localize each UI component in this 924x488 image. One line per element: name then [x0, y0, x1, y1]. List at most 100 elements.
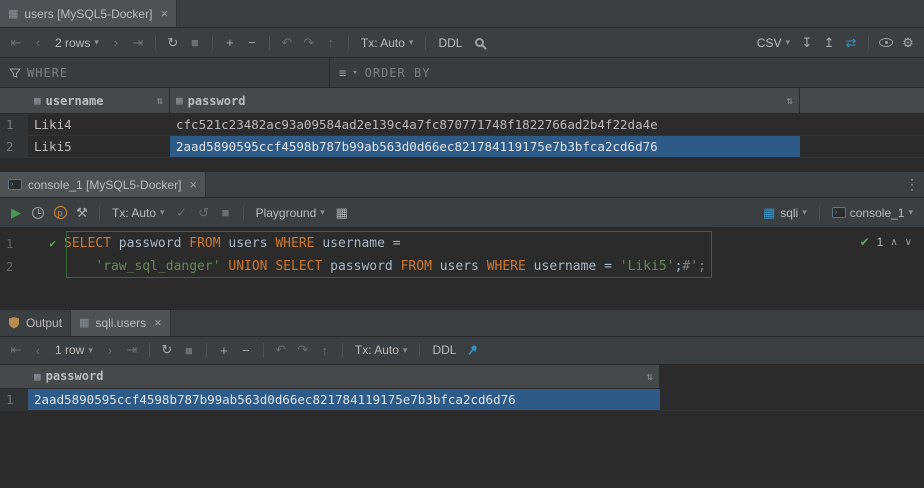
column-header-password[interactable]: ▦ password ⇅ — [170, 88, 800, 113]
last-row-icon[interactable]: ⇥ — [128, 33, 148, 53]
table-row[interactable]: 2 Liki5 2aad5890595ccf4598b787b99ab563d0… — [0, 136, 924, 158]
table-row[interactable]: 1 Liki4 cfc521c23482ac93a09584ad2e139c4a… — [0, 114, 924, 136]
editor-gutter: 1 ✔ — [0, 237, 64, 251]
cell-username[interactable]: Liki4 — [28, 114, 170, 135]
delete-row-icon[interactable]: − — [242, 33, 262, 53]
close-icon[interactable]: × — [189, 177, 197, 192]
close-icon[interactable]: × — [160, 6, 168, 21]
sql-code-line[interactable]: SELECT password FROM users WHERE usernam… — [64, 236, 401, 251]
previous-page-icon[interactable]: ‹ — [28, 33, 48, 53]
delete-row-icon[interactable]: − — [236, 340, 256, 360]
first-row-icon[interactable]: ⇤ — [6, 340, 26, 360]
sort-icon[interactable]: ⇅ — [156, 94, 163, 107]
database-icon: ▦ — [762, 206, 776, 220]
previous-result-icon[interactable]: ∧ — [890, 237, 897, 248]
add-row-icon[interactable]: + — [214, 340, 234, 360]
sql-token: 'raw_sql_danger' — [95, 259, 220, 274]
tx-mode-dropdown[interactable]: Tx: Auto ▾ — [107, 203, 170, 223]
submit-icon[interactable]: ↑ — [321, 33, 341, 53]
redo-icon[interactable]: ↷ — [293, 340, 313, 360]
cell-username[interactable]: Liki5 — [28, 136, 170, 157]
tab-result-grid[interactable]: ▦ sqli.users × — [71, 310, 171, 336]
next-page-icon[interactable]: › — [106, 33, 126, 53]
sort-icon[interactable]: ⇅ — [646, 370, 653, 383]
tab-console[interactable]: › console_1 [MySQL5-Docker] × — [0, 172, 206, 197]
separator — [342, 343, 343, 357]
pin-glyph — [467, 344, 479, 356]
next-page-icon[interactable]: › — [100, 340, 120, 360]
reload-icon[interactable]: ↻ — [163, 33, 183, 53]
editor-line[interactable]: 1 ✔ SELECT password FROM users WHERE use… — [0, 232, 924, 255]
result-count: 1 — [877, 235, 884, 249]
separator — [155, 36, 156, 50]
last-row-icon[interactable]: ⇥ — [122, 340, 142, 360]
chevron-down-icon: ▾ — [160, 207, 165, 218]
rollback-icon[interactable]: ↺ — [194, 203, 214, 223]
next-result-icon[interactable]: ∨ — [905, 237, 912, 248]
settings-gear-icon[interactable]: ⚙ — [898, 33, 918, 53]
page-size-dropdown[interactable]: 1 row ▾ — [50, 340, 98, 360]
import-data-icon[interactable]: ↥ — [819, 33, 839, 53]
tx-mode-dropdown[interactable]: Tx: Auto ▾ — [350, 340, 413, 360]
sql-editor[interactable]: 1 ✔ SELECT password FROM users WHERE use… — [0, 228, 924, 310]
run-icon[interactable]: ▶ — [6, 203, 26, 223]
console-session-dropdown[interactable]: › console_1 ▾ — [827, 203, 918, 223]
view-as-table-icon[interactable]: ▦ — [332, 203, 352, 223]
tab-output[interactable]: Output — [0, 310, 71, 336]
add-row-icon[interactable]: + — [220, 33, 240, 53]
grid-filter-row: WHERE ≡▾ ORDER BY — [0, 58, 924, 88]
search-icon[interactable] — [469, 33, 489, 53]
sql-token: FROM — [401, 259, 432, 274]
execution-result-widget: ✔ 1 ∧ ∨ — [860, 235, 912, 249]
ddl-button[interactable]: DDL — [433, 33, 467, 53]
cell-password-selected[interactable]: 2aad5890595ccf4598b787b99ab563d0d66ec821… — [28, 389, 660, 410]
schema-dropdown[interactable]: ▦ sqli ▾ — [757, 203, 812, 223]
export-data-icon[interactable]: ↧ — [797, 33, 817, 53]
tx-mode-label: Tx: Auto — [355, 343, 399, 357]
cell-password-selected[interactable]: 2aad5890595ccf4598b787b99ab563d0d66ec821… — [170, 136, 800, 157]
commit-icon[interactable]: ✓ — [172, 203, 192, 223]
sort-icon[interactable]: ⇅ — [786, 94, 793, 107]
submit-icon[interactable]: ↑ — [315, 340, 335, 360]
column-header-password[interactable]: ▦ password ⇅ — [28, 365, 660, 388]
stop-icon[interactable]: ■ — [179, 340, 199, 360]
playground-mode-dropdown[interactable]: Playground ▾ — [251, 203, 330, 223]
close-icon[interactable]: × — [154, 315, 162, 330]
chevron-down-icon: ▾ — [352, 68, 358, 78]
sql-token: FROM — [189, 236, 220, 251]
where-filter-input[interactable]: WHERE — [0, 58, 330, 87]
orderby-filter-input[interactable]: ≡▾ ORDER BY — [330, 58, 924, 87]
previous-page-icon[interactable]: ‹ — [28, 340, 48, 360]
revert-icon[interactable]: ↶ — [271, 340, 291, 360]
ddl-button[interactable]: DDL — [427, 340, 461, 360]
tx-mode-dropdown[interactable]: Tx: Auto ▾ — [356, 33, 419, 53]
tab-result-label: sqli.users — [95, 316, 146, 330]
history-icon[interactable] — [28, 203, 48, 223]
tab-users-grid[interactable]: ▦ users [MySQL5-Docker] × — [0, 0, 177, 27]
view-options-icon[interactable] — [876, 33, 896, 53]
tab-output-label: Output — [26, 316, 62, 330]
stop-icon[interactable]: ■ — [216, 203, 236, 223]
result-grid-header: ▦ password ⇅ — [0, 365, 924, 389]
revert-icon[interactable]: ↶ — [277, 33, 297, 53]
stop-icon[interactable]: ■ — [185, 33, 205, 53]
change-settings-icon[interactable]: ⚒ — [72, 203, 92, 223]
statement-success-icon: ✔ — [49, 237, 56, 250]
sql-code-line[interactable]: 'raw_sql_danger' UNION SELECT password F… — [64, 259, 706, 274]
page-size-dropdown[interactable]: 2 rows ▾ — [50, 33, 104, 53]
reload-icon[interactable]: ↻ — [157, 340, 177, 360]
chevron-down-icon: ▾ — [908, 207, 913, 218]
table-row[interactable]: 1 2aad5890595ccf4598b787b99ab563d0d66ec8… — [0, 389, 924, 411]
first-row-icon[interactable]: ⇤ — [6, 33, 26, 53]
pin-tab-icon[interactable] — [463, 340, 483, 360]
result-grid-toolbar: ⇤ ‹ 1 row ▾ › ⇥ ↻ ■ + − ↶ ↷ ↑ Tx: Auto ▾… — [0, 337, 924, 365]
redo-icon[interactable]: ↷ — [299, 33, 319, 53]
more-options-icon[interactable]: ⋮ — [900, 172, 924, 197]
compare-icon[interactable]: ⇄ — [841, 33, 861, 53]
column-header-username[interactable]: ▦ username ⇅ — [28, 88, 170, 113]
row-filler — [800, 114, 924, 135]
parameters-icon[interactable]: p — [50, 203, 70, 223]
export-format-dropdown[interactable]: CSV ▾ — [752, 33, 795, 53]
cell-password[interactable]: cfc521c23482ac93a09584ad2e139c4a7fc87077… — [170, 114, 800, 135]
editor-line[interactable]: 2 'raw_sql_danger' UNION SELECT password… — [0, 255, 924, 278]
